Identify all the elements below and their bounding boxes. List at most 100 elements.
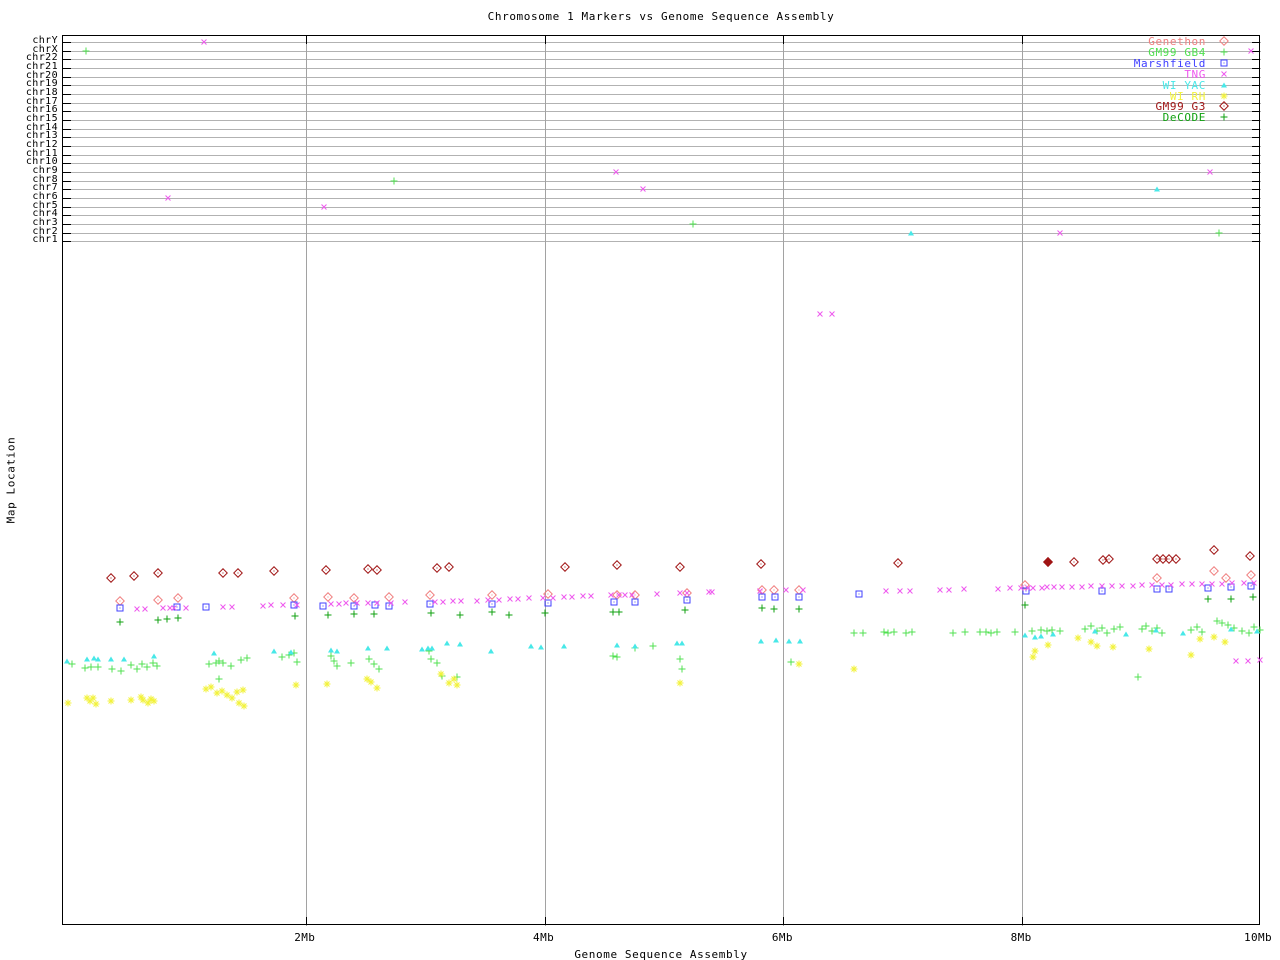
data-point-plus xyxy=(163,615,171,623)
data-point-cross xyxy=(456,596,466,606)
x-tick-top xyxy=(544,36,546,44)
legend-label: DeCODE xyxy=(1162,111,1206,125)
x-tick-label: 2Mb xyxy=(294,931,316,944)
data-point-square xyxy=(1220,59,1228,67)
x-tick-bottom xyxy=(1022,917,1024,925)
data-point-triangle xyxy=(773,637,780,643)
chr-row-line xyxy=(63,215,1261,217)
data-point-plus xyxy=(1021,601,1029,609)
data-point-triangle xyxy=(429,645,436,651)
data-point-cross xyxy=(227,602,237,612)
data-point-plus xyxy=(1056,627,1064,635)
data-point-plus xyxy=(427,609,435,617)
data-point-triangle xyxy=(288,649,295,655)
data-point-plus xyxy=(676,655,684,663)
data-point-cross xyxy=(1243,656,1253,666)
data-point-cross xyxy=(652,589,662,599)
chr-tick-right xyxy=(1252,180,1260,182)
x-gridline xyxy=(544,36,546,926)
data-point-cross xyxy=(781,585,791,595)
data-point-cross xyxy=(827,309,837,319)
data-point-star xyxy=(323,680,331,688)
data-point-cross xyxy=(993,584,1003,594)
legend-label: WI YAC xyxy=(1162,78,1206,92)
data-point-cross xyxy=(1137,580,1147,590)
data-point-diamond xyxy=(1219,101,1229,112)
data-point-cross xyxy=(881,586,891,596)
data-point-star xyxy=(240,702,248,710)
data-point-plus xyxy=(456,611,464,619)
data-point-cross xyxy=(895,586,905,596)
data-point-cross xyxy=(1005,583,1015,593)
data-point-triangle xyxy=(1123,631,1130,637)
legend-row-genethon: Genethon xyxy=(1032,36,1242,47)
data-point-triangle xyxy=(210,650,217,656)
chr-tick-right xyxy=(1252,171,1260,173)
data-point-triangle xyxy=(108,656,115,662)
data-point-star xyxy=(1145,645,1153,653)
data-point-plus xyxy=(993,628,1001,636)
x-tick-top xyxy=(783,36,785,44)
data-point-star xyxy=(292,681,300,689)
data-point-plus xyxy=(850,629,858,637)
data-point-cross xyxy=(567,592,577,602)
data-point-star xyxy=(795,660,803,668)
chr-row-line xyxy=(63,241,1261,243)
chr-tick-left xyxy=(63,93,71,95)
data-point-plus xyxy=(890,628,898,636)
data-point-diamond xyxy=(612,560,623,570)
x-axis-label: Genome Sequence Assembly xyxy=(574,948,748,960)
chr-tick-right xyxy=(1252,223,1260,225)
data-point-diamond xyxy=(218,568,229,578)
legend-row-gm99-g3: GM99 G3 xyxy=(1032,101,1242,112)
data-point-plus xyxy=(488,608,496,616)
data-point-triangle xyxy=(443,640,450,646)
data-point-plus xyxy=(291,612,299,620)
data-point-plus xyxy=(613,653,621,661)
chr-row-line xyxy=(63,206,1261,208)
data-point-star xyxy=(1044,641,1052,649)
chr-tick-right xyxy=(1252,76,1260,78)
chr-row-line xyxy=(63,128,1261,130)
x-tick-label: 10Mb xyxy=(1243,931,1273,944)
data-point-cross xyxy=(1246,46,1256,56)
data-point-cross xyxy=(140,604,150,614)
chr-tick-right xyxy=(1252,67,1260,69)
x-gridline xyxy=(1022,36,1024,926)
chr-row-line xyxy=(63,154,1261,156)
data-point-diamond xyxy=(1104,554,1115,564)
data-point-plus xyxy=(505,611,513,619)
data-point-cross xyxy=(611,167,621,177)
data-point-triangle xyxy=(270,648,277,654)
data-point-plus xyxy=(433,659,441,667)
data-point-diamond xyxy=(1245,551,1256,561)
data-point-plus xyxy=(278,653,286,661)
data-point-cross xyxy=(278,600,288,610)
data-point-triangle xyxy=(1050,631,1057,637)
data-point-cross xyxy=(199,37,209,47)
data-point-plus xyxy=(758,604,766,612)
chr-tick-right xyxy=(1252,119,1260,121)
data-point-diamond xyxy=(232,568,243,578)
data-point-triangle xyxy=(757,638,764,644)
data-point-star xyxy=(1074,634,1082,642)
chr-tick-left xyxy=(63,197,71,199)
data-point-triangle xyxy=(797,638,804,644)
data-point-plus xyxy=(1028,627,1036,635)
data-point-triangle xyxy=(84,656,91,662)
legend-row-wi-rh: WI RH xyxy=(1032,91,1242,102)
data-point-cross xyxy=(438,597,448,607)
data-point-triangle xyxy=(95,656,102,662)
data-point-triangle xyxy=(121,656,128,662)
data-point-plus xyxy=(541,609,549,617)
data-point-plus xyxy=(1116,623,1124,631)
data-point-plus xyxy=(681,606,689,614)
data-point-cross xyxy=(1205,167,1215,177)
chr-tick-right xyxy=(1252,241,1260,243)
chr-row-line xyxy=(63,163,1261,165)
x-tick-bottom xyxy=(1259,917,1260,925)
data-point-triangle xyxy=(560,643,567,649)
data-point-star xyxy=(1220,92,1228,99)
data-point-triangle xyxy=(383,645,390,651)
data-point-diamond xyxy=(1219,36,1229,46)
